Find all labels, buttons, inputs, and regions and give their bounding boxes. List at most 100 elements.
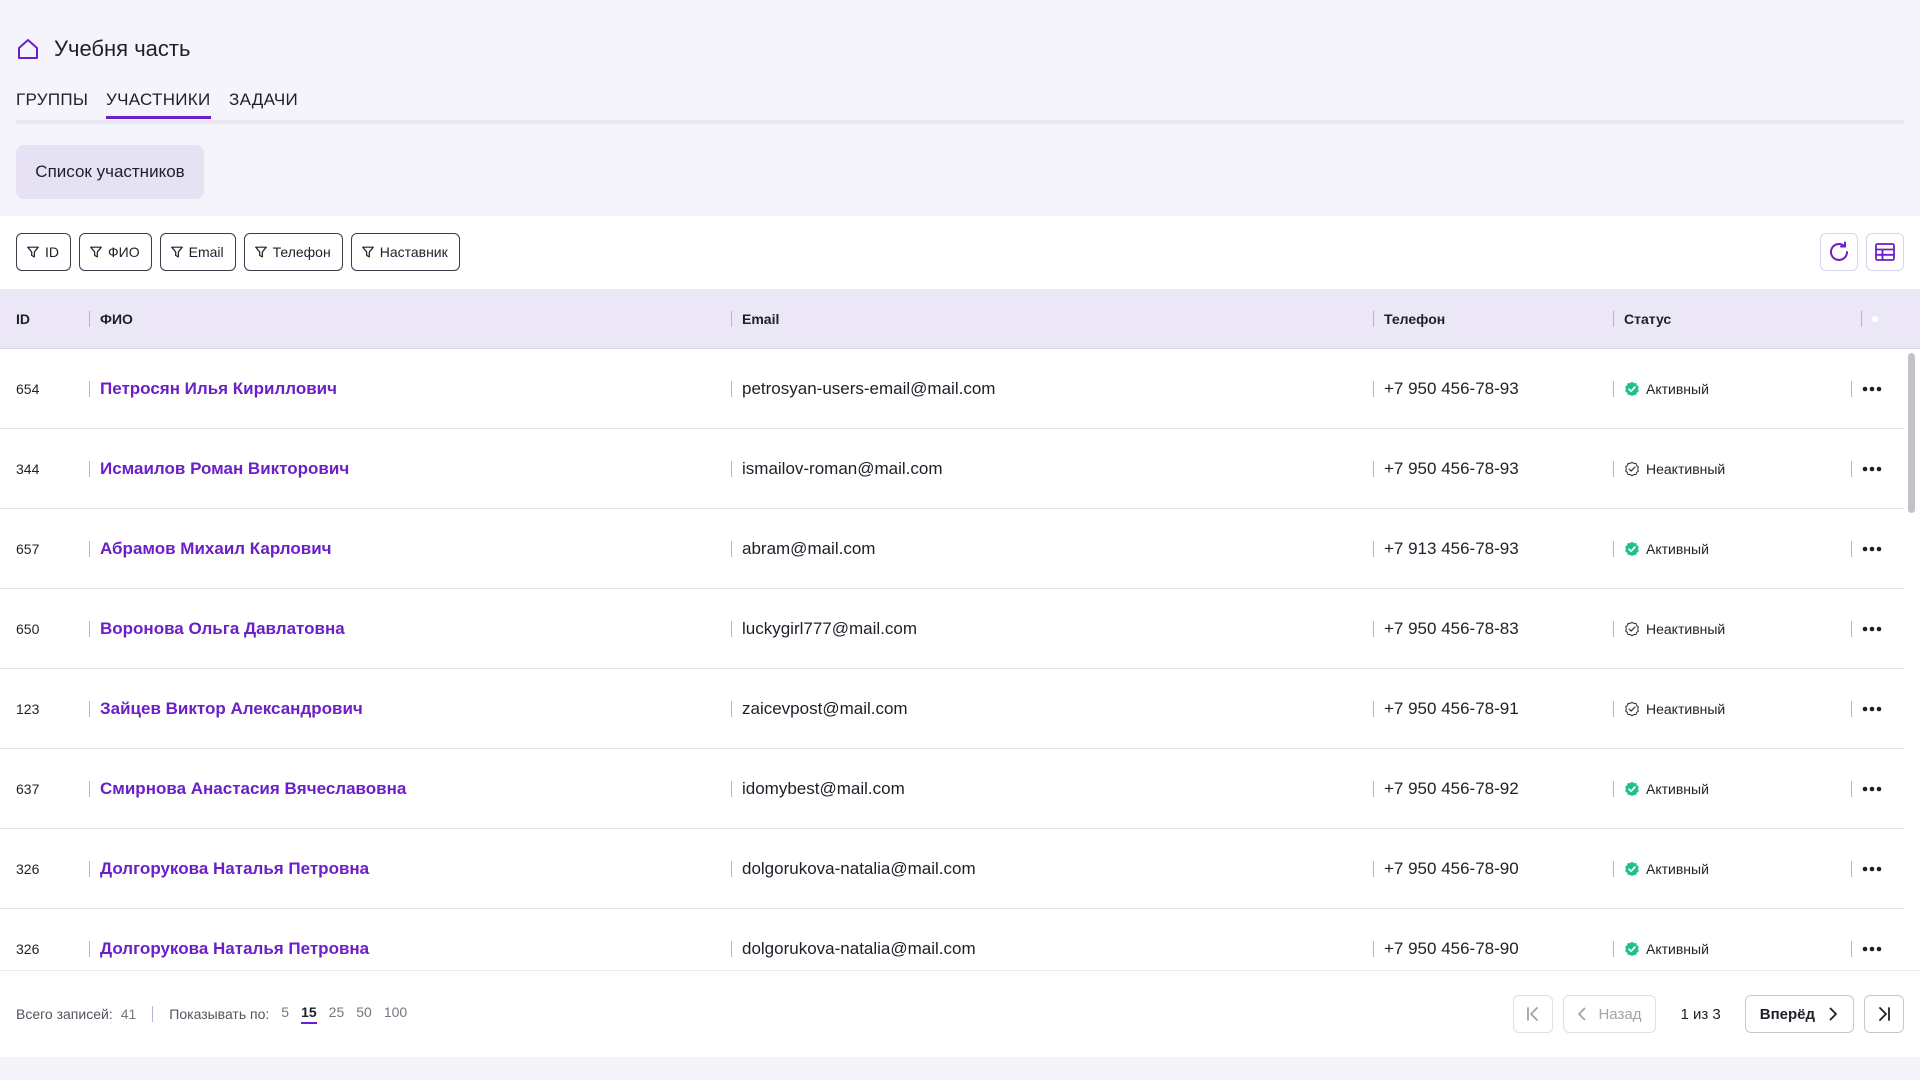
refresh-button[interactable]: [1820, 233, 1858, 271]
cell-phone: +7 950 456-78-93: [1373, 349, 1519, 429]
per-page-option[interactable]: 25: [329, 1004, 345, 1024]
table-row[interactable]: 123 Зайцев Виктор Александрович zaicevpost…: [0, 669, 1904, 749]
table-row[interactable]: 326 Долгорукова Наталья Петровна dolgoruko…: [0, 829, 1904, 909]
next-page-button[interactable]: Вперёд: [1744, 995, 1854, 1033]
cell-id: 326: [16, 861, 40, 877]
filter-label: Телефон: [272, 244, 331, 260]
first-page-button[interactable]: [1513, 995, 1554, 1033]
table-row[interactable]: 637 Смирнова Анастасия Вячеславовна idomyb…: [0, 749, 1904, 829]
page-title: Учебня часть: [54, 36, 191, 61]
more-icon: [1862, 626, 1882, 632]
cell-status: Активный: [1613, 909, 1709, 969]
status-label: Активный: [1646, 941, 1709, 957]
filter-icon: [361, 246, 374, 258]
home-icon[interactable]: [16, 37, 40, 61]
filter-phone-button[interactable]: Телефон: [243, 233, 343, 271]
cell-id: 654: [16, 381, 40, 397]
column-header-phone[interactable]: Телефон: [1372, 289, 1445, 348]
row-menu-button[interactable]: [1851, 669, 1882, 749]
status-active-icon: [1624, 941, 1640, 957]
more-icon: [1862, 946, 1882, 952]
per-page-options: 5 15 25 50 100: [269, 1004, 407, 1024]
cell-name-link[interactable]: Смирнова Анастасия Вячеславовна: [88, 749, 406, 829]
row-menu-button[interactable]: [1851, 749, 1882, 829]
column-header-id[interactable]: ID: [16, 289, 30, 348]
last-page-button[interactable]: [1864, 995, 1904, 1033]
cell-email: petrosyan-users-email@mail.com: [730, 349, 995, 429]
row-menu-button[interactable]: [1851, 829, 1882, 909]
cell-email: idomybest@mail.com: [731, 749, 905, 829]
next-page-label: Вперёд: [1759, 1005, 1815, 1023]
column-header-status[interactable]: Статус: [1612, 289, 1671, 348]
cell-name-link[interactable]: Петросян Илья Кириллович: [89, 349, 337, 429]
status-inactive-icon: [1624, 461, 1640, 477]
filter-icon: [90, 246, 102, 258]
row-menu-button[interactable]: [1851, 509, 1882, 589]
table-row[interactable]: 326 Долгорукова Наталья Петровна dolgoruko…: [0, 909, 1904, 969]
cell-name-link[interactable]: Зайцев Виктор Александрович: [89, 669, 363, 749]
table-tools: [1820, 233, 1904, 271]
subtab-participants-list[interactable]: Список участников: [16, 145, 204, 199]
table-row[interactable]: 344 Исмаилов Роман Викторович ismailov-rom…: [0, 429, 1904, 509]
table-header: ID ФИО Email Телефон Статус: [0, 289, 1920, 349]
cell-phone: +7 950 456-78-83: [1373, 589, 1519, 669]
cell-status: Неактивный: [1612, 669, 1726, 749]
row-menu-button[interactable]: [1851, 909, 1882, 969]
more-icon: [1862, 546, 1882, 552]
cell-email: dolgorukova-natalia@mail.com: [731, 909, 976, 969]
per-page-option[interactable]: 50: [356, 1004, 372, 1024]
filter-name-button[interactable]: ФИО: [79, 233, 152, 271]
participants-panel: ID ФИО Email Телефон Наставник ID ФИО Em…: [0, 216, 1920, 1057]
cell-phone: +7 950 456-78-90: [1373, 829, 1519, 909]
prev-page-button[interactable]: Назад: [1563, 995, 1657, 1033]
more-icon: [1862, 466, 1882, 472]
cell-status: Активный: [1613, 829, 1709, 909]
columns-settings-button[interactable]: [1866, 233, 1904, 271]
filter-mentor-button[interactable]: Наставник: [350, 233, 460, 271]
status-label: Активный: [1646, 541, 1709, 557]
cell-name-link[interactable]: Долгорукова Наталья Петровна: [88, 829, 369, 909]
cell-email: dolgorukova-natalia@mail.com: [731, 829, 976, 909]
status-label: Неактивный: [1646, 461, 1726, 477]
status-active-icon: [1624, 381, 1640, 397]
cell-id: 650: [16, 621, 40, 637]
status-label: Активный: [1646, 861, 1709, 877]
column-header-name[interactable]: ФИО: [89, 289, 133, 348]
chevron-left-icon: [1578, 1007, 1586, 1021]
cell-name-link[interactable]: Абрамов Михаил Карлович: [89, 509, 332, 589]
filter-icon: [170, 246, 183, 258]
last-page-icon: [1879, 1007, 1890, 1021]
cell-name-link[interactable]: Долгорукова Наталья Петровна: [88, 909, 369, 969]
tab-bar: ГРУППЫ УЧАСТНИКИ ЗАДАЧИ: [16, 88, 1904, 124]
cell-name-link[interactable]: Воронова Ольга Давлатовна: [89, 589, 345, 669]
cell-name-link[interactable]: Исмаилов Роман Викторович: [88, 429, 349, 509]
cell-phone: +7 950 456-78-91: [1373, 669, 1519, 749]
cell-status: Активный: [1613, 509, 1709, 589]
table-row[interactable]: 650 Воронова Ольга Давлатовна luckygirl777…: [0, 589, 1904, 669]
tab-participants[interactable]: УЧАСТНИКИ: [106, 90, 211, 119]
filter-email-button[interactable]: Email: [159, 233, 236, 271]
status-label: Неактивный: [1646, 621, 1726, 637]
status-label: Активный: [1646, 781, 1709, 797]
per-page-option[interactable]: 100: [384, 1004, 407, 1024]
filter-label: ФИО: [108, 244, 140, 260]
row-menu-button[interactable]: [1851, 589, 1882, 669]
column-header-email[interactable]: Email: [730, 289, 779, 348]
table-row[interactable]: 657 Абрамов Михаил Карлович abram@mail.com…: [0, 509, 1904, 589]
per-page-option[interactable]: 15: [301, 1004, 317, 1024]
table-scrollbar[interactable]: [1908, 353, 1915, 513]
pagination: Назад 1 из 3 Вперёд: [1513, 971, 1904, 1057]
filter-bar: ID ФИО Email Телефон Наставник: [16, 233, 460, 271]
status-inactive-icon: [1624, 621, 1640, 637]
status-label: Неактивный: [1646, 701, 1726, 717]
per-page-option[interactable]: 5: [281, 1004, 289, 1024]
row-menu-button[interactable]: [1851, 349, 1882, 429]
tab-tasks[interactable]: ЗАДАЧИ: [229, 90, 298, 116]
tab-groups[interactable]: ГРУППЫ: [16, 90, 88, 116]
row-menu-button[interactable]: [1851, 429, 1882, 509]
first-page-icon: [1527, 1007, 1539, 1021]
cell-status: Активный: [1613, 749, 1709, 829]
filter-id-button[interactable]: ID: [16, 233, 71, 271]
table-row[interactable]: 654 Петросян Илья Кириллович petrosyan-use…: [0, 349, 1904, 429]
cell-id: 344: [16, 461, 40, 477]
